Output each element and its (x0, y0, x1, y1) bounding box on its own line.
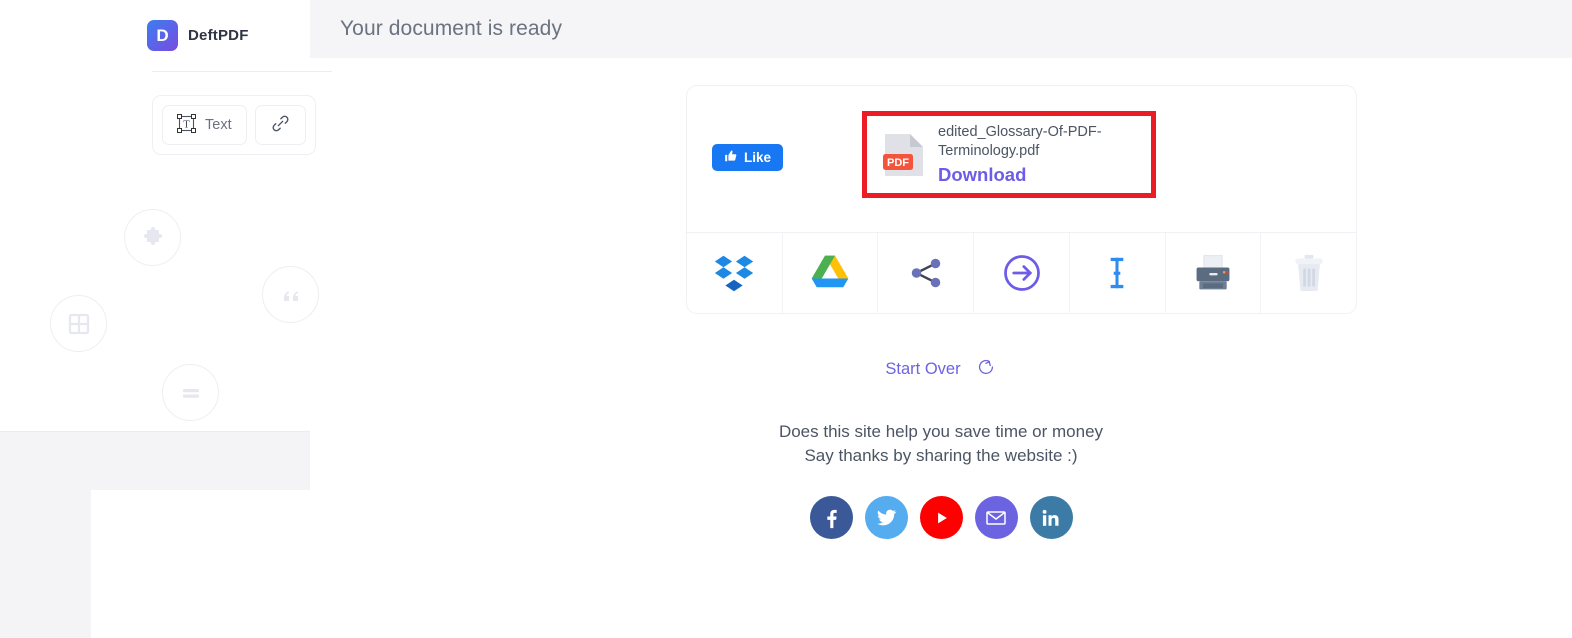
save-to-google-drive-button[interactable] (783, 233, 879, 313)
text-tool-label: Text (205, 117, 232, 133)
svg-text:T: T (183, 119, 190, 130)
link-tool-button[interactable] (254, 105, 306, 145)
dropbox-icon (715, 255, 754, 292)
share-prompt: Does this site help you save time or mon… (310, 420, 1572, 469)
grid-icon-circle (50, 295, 107, 352)
arrow-circle-right-icon (1003, 255, 1040, 291)
printer-icon (1196, 255, 1230, 290)
text-box-icon: T (177, 113, 196, 137)
thumbs-up-icon (724, 149, 738, 166)
text-tool-button[interactable]: T Text (162, 105, 247, 145)
link-icon (270, 113, 291, 138)
like-button-label: Like (744, 150, 772, 165)
puzzle-icon-circle (124, 209, 181, 266)
email-share-button[interactable] (974, 496, 1018, 539)
brand-name: DeftPDF (188, 27, 249, 44)
delete-button[interactable] (1261, 233, 1356, 313)
rename-button[interactable] (1070, 233, 1166, 313)
file-name: edited_Glossary-Of-PDF-Terminology.pdf (938, 124, 1102, 159)
twitter-icon (876, 509, 896, 526)
trash-icon (1295, 254, 1323, 292)
facebook-share-button[interactable] (809, 496, 853, 539)
share-button[interactable] (878, 233, 975, 313)
deftpdf-logo-icon: D (147, 20, 178, 51)
download-link[interactable]: Download (938, 164, 1143, 186)
result-card: Like PDF edited_Glossary-Of-PDF-Terminol… (686, 85, 1357, 314)
result-action-bar (687, 232, 1356, 313)
facebook-icon (827, 509, 837, 528)
sidebar: D DeftPDF T Text (0, 0, 332, 638)
sidebar-divider (152, 71, 332, 72)
pdf-file-icon: PDF (883, 132, 925, 178)
social-share-row (310, 496, 1572, 539)
linkedin-share-button[interactable] (1029, 496, 1073, 539)
file-download-highlight-box: PDF edited_Glossary-Of-PDF-Terminology.p… (862, 111, 1156, 198)
grid-icon (68, 313, 89, 334)
continue-button[interactable] (974, 233, 1070, 313)
save-to-dropbox-button[interactable] (687, 233, 783, 313)
file-meta: edited_Glossary-Of-PDF-Terminology.pdf D… (938, 123, 1143, 185)
app-root: D DeftPDF T Text Your document is ready … (0, 0, 1572, 638)
email-icon (986, 510, 1006, 525)
linkedin-icon (1042, 509, 1059, 526)
brand[interactable]: D DeftPDF (147, 20, 249, 51)
svg-text:PDF: PDF (887, 156, 909, 168)
twitter-share-button[interactable] (864, 496, 908, 539)
share-icon (911, 258, 941, 288)
google-drive-icon (811, 255, 849, 288)
header-bar: Your document is ready (310, 0, 1572, 58)
document-page-preview (91, 490, 310, 638)
share-prompt-line-2: Say thanks by sharing the website :) (804, 446, 1078, 466)
share-prompt-line-1: Does this site help you save time or mon… (778, 422, 1104, 441)
youtube-play-icon (938, 512, 947, 523)
refresh-icon (975, 356, 997, 383)
result-card-top: Like PDF edited_Glossary-Of-PDF-Terminol… (687, 86, 1356, 232)
shape-icon (182, 388, 199, 398)
youtube-share-button[interactable] (919, 496, 963, 539)
facebook-like-button[interactable]: Like (712, 144, 784, 171)
quote-icon (283, 290, 298, 301)
print-button[interactable] (1166, 233, 1262, 313)
start-over-row[interactable]: Start Over (0, 356, 1572, 383)
sidebar-tool-group: T Text (152, 95, 316, 155)
puzzle-icon (143, 226, 162, 245)
quote-icon-circle (262, 266, 319, 323)
text-cursor-icon (1110, 257, 1124, 289)
start-over-label: Start Over (885, 360, 961, 378)
page-title: Your document is ready (340, 17, 563, 40)
